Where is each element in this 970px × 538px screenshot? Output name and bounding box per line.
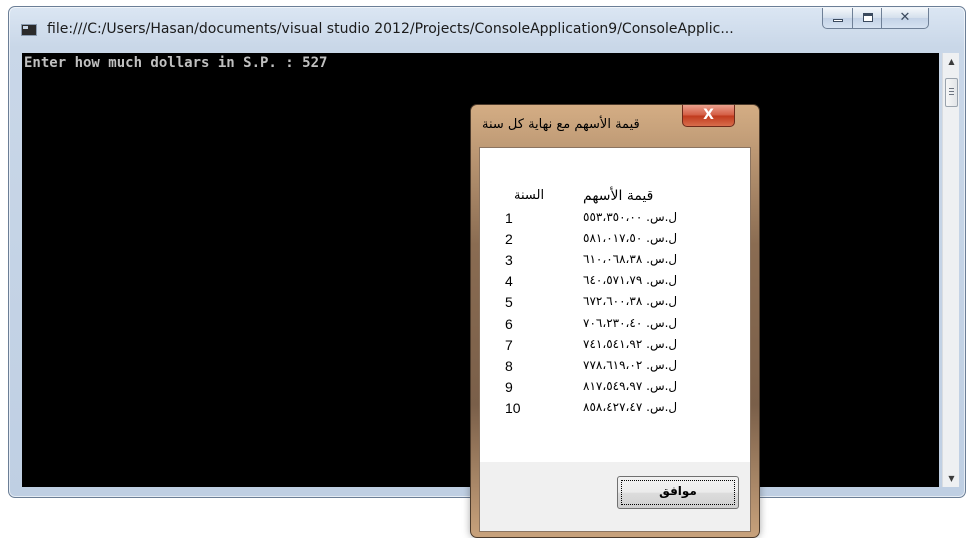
maximize-button[interactable] [852, 8, 882, 29]
row-year: 4 [505, 273, 513, 289]
close-icon: X [703, 107, 714, 123]
table-header: السنة قيمة الأسهم [480, 188, 750, 208]
row-value: ل.س. ٨٥٨،٤٢٧،٤٧ [583, 400, 678, 414]
row-value: ل.س. ٦٤٠،٥٧١،٧٩ [583, 273, 678, 287]
row-value: ل.س. ٥٨١،٠١٧،٥٠ [583, 231, 678, 245]
row-value: ل.س. ٦١٠،٠٦٨،٣٨ [583, 252, 678, 266]
table-row: 1 ل.س. ٥٥٣،٣٥٠،٠٠ [480, 210, 750, 229]
row-value: ل.س. ٥٥٣،٣٥٠،٠٠ [583, 210, 678, 224]
table-row: 3 ل.س. ٦١٠،٠٦٨،٣٨ [480, 252, 750, 271]
header-value: قيمة الأسهم [583, 188, 654, 204]
close-button[interactable]: ✕ [881, 8, 929, 29]
row-year: 7 [505, 337, 513, 353]
row-value: ل.س. ٨١٧،٥٤٩،٩٧ [583, 379, 678, 393]
close-icon: ✕ [899, 10, 911, 25]
table-row: 4 ل.س. ٦٤٠،٥٧١،٧٩ [480, 273, 750, 292]
table-row: 10 ل.س. ٨٥٨،٤٢٧،٤٧ [480, 400, 750, 419]
row-value: ل.س. ٧٠٦،٢٣٠،٤٠ [583, 316, 678, 330]
scroll-thumb[interactable] [945, 78, 958, 107]
console-output-text: Enter how much dollars in S.P. : 527 [24, 55, 328, 71]
message-box-client: السنة قيمة الأسهم 1 ل.س. ٥٥٣،٣٥٠،٠٠ 2 ل.س.… [479, 147, 751, 532]
scroll-up-icon[interactable]: ▲ [943, 53, 960, 70]
focus-rectangle [621, 480, 735, 505]
minimize-icon [833, 19, 843, 22]
message-content: السنة قيمة الأسهم 1 ل.س. ٥٥٣،٣٥٠،٠٠ 2 ل.س.… [480, 148, 750, 462]
scroll-down-icon[interactable]: ▼ [943, 470, 960, 487]
ok-button[interactable]: موافق [617, 476, 739, 509]
maximize-icon [863, 13, 873, 22]
row-year: 6 [505, 316, 513, 332]
console-app-icon[interactable] [21, 24, 37, 36]
row-year: 1 [505, 210, 513, 226]
row-year: 5 [505, 294, 513, 310]
message-box: قيمة الأسهم مع نهاية كل سنة X السنة قيمة… [470, 104, 760, 538]
row-year: 9 [505, 379, 513, 395]
row-year: 2 [505, 231, 513, 247]
row-year: 8 [505, 358, 513, 374]
row-value: ل.س. ٧٧٨،٦١٩،٠٢ [583, 358, 678, 372]
table-row: 2 ل.س. ٥٨١،٠١٧،٥٠ [480, 231, 750, 250]
table-row: 7 ل.س. ٧٤١،٥٤١،٩٢ [480, 337, 750, 356]
table-row: 8 ل.س. ٧٧٨،٦١٩،٠٢ [480, 358, 750, 377]
message-box-close-button[interactable]: X [682, 105, 735, 127]
vertical-scrollbar[interactable]: ▲ ▼ [942, 53, 959, 487]
row-year: 3 [505, 252, 513, 268]
table-row: 5 ل.س. ٦٧٢،٦٠٠،٣٨ [480, 294, 750, 313]
message-box-title: قيمة الأسهم مع نهاية كل سنة [482, 117, 640, 132]
table-row: 9 ل.س. ٨١٧،٥٤٩،٩٧ [480, 379, 750, 398]
minimize-button[interactable] [822, 8, 853, 29]
console-title-bar[interactable]: file:///C:/Users/Hasan/documents/visual … [9, 7, 965, 43]
row-value: ل.س. ٧٤١،٥٤١،٩٢ [583, 337, 678, 351]
row-value: ل.س. ٦٧٢،٦٠٠،٣٨ [583, 294, 678, 308]
table-row: 6 ل.س. ٧٠٦،٢٣٠،٤٠ [480, 316, 750, 335]
row-year: 10 [505, 400, 521, 416]
console-title: file:///C:/Users/Hasan/documents/visual … [47, 21, 734, 37]
header-year: السنة [514, 188, 545, 203]
